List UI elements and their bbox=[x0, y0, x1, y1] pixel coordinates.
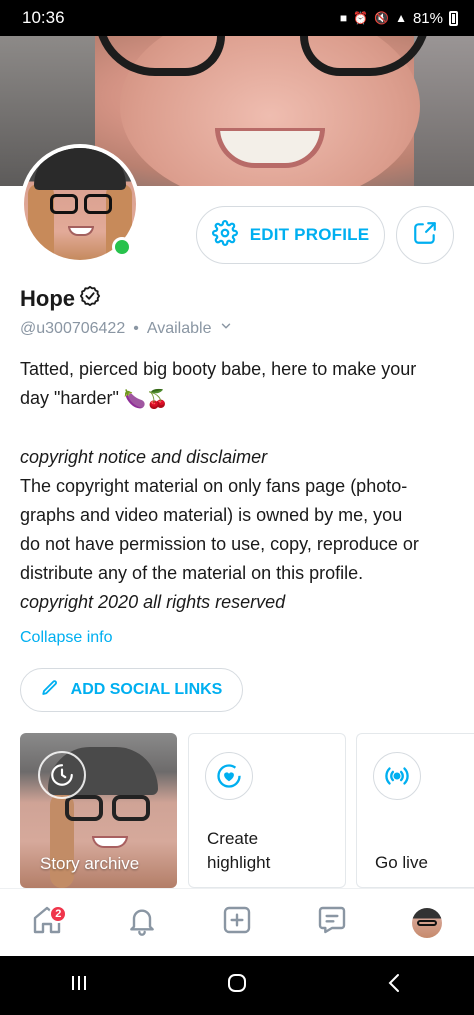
profile-name: Hope bbox=[20, 286, 75, 311]
go-live-card[interactable]: Go live bbox=[356, 733, 474, 888]
recent-apps-icon[interactable] bbox=[67, 971, 91, 1000]
bottom-nav: 2 bbox=[0, 888, 474, 956]
create-highlight-text: Create highlight bbox=[207, 827, 270, 875]
copyright-notice-title: copyright notice and disclaimer bbox=[20, 446, 268, 467]
separator-dot: • bbox=[133, 319, 139, 337]
battery-icon bbox=[449, 10, 458, 26]
eggplant-cherry-emoji: 🍆🍒 bbox=[123, 388, 169, 409]
status-bar: 10:36 ■ ⏰ 🔇 ▲ 81% bbox=[0, 0, 474, 36]
nav-profile[interactable] bbox=[407, 903, 447, 943]
copyright-footer: copyright 2020 all rights reserved bbox=[20, 591, 286, 612]
share-icon bbox=[412, 220, 438, 251]
home-button-icon[interactable] bbox=[225, 971, 249, 1000]
bio-line: day "harder" 🍆🍒 bbox=[20, 384, 460, 414]
profile-handle: @u300706422 bbox=[20, 319, 126, 337]
bell-icon bbox=[126, 904, 158, 941]
status-time: 10:36 bbox=[22, 8, 65, 27]
notification-badge: 2 bbox=[49, 904, 68, 923]
share-button[interactable] bbox=[396, 206, 454, 264]
broadcast-icon bbox=[373, 752, 421, 800]
status-icons: ■ ⏰ 🔇 ▲ 81% bbox=[340, 10, 458, 27]
verified-icon bbox=[79, 285, 101, 313]
bio-text: day "harder" bbox=[20, 388, 119, 408]
message-icon bbox=[316, 904, 348, 941]
alarm-icon: ⏰ bbox=[353, 11, 369, 25]
story-archive-label: Story archive bbox=[40, 854, 140, 873]
mute-icon: 🔇 bbox=[374, 11, 390, 25]
nav-avatar bbox=[411, 907, 442, 938]
copyright-line: graphs and video material) is owned by m… bbox=[20, 504, 403, 525]
pencil-icon bbox=[41, 679, 59, 702]
bio-spacer bbox=[20, 414, 460, 443]
battery-percent: 81% bbox=[412, 9, 443, 27]
availability-status[interactable]: Available bbox=[147, 320, 212, 338]
bio-line: Tatted, pierced big booty babe, here to … bbox=[20, 359, 417, 379]
chevron-down-icon[interactable] bbox=[219, 319, 233, 338]
copyright-line: do not have permission to use, copy, rep… bbox=[20, 533, 419, 554]
copyright-line: distribute any of the material on this p… bbox=[20, 562, 364, 583]
signal-icon: ▲ bbox=[395, 11, 407, 25]
add-social-links-button[interactable]: ADD SOCIAL LINKS bbox=[20, 668, 243, 712]
nav-add-post[interactable] bbox=[217, 903, 257, 943]
heart-circle-icon bbox=[205, 752, 253, 800]
add-social-links-label: ADD SOCIAL LINKS bbox=[70, 681, 223, 698]
create-highlight-card[interactable]: Create highlight bbox=[188, 733, 346, 888]
profile-name-row: Hope bbox=[20, 285, 101, 313]
plus-square-icon bbox=[221, 904, 253, 941]
highlight-label: highlight bbox=[207, 853, 271, 872]
nav-home[interactable]: 2 bbox=[27, 903, 68, 943]
edit-profile-button[interactable]: EDIT PROFILE bbox=[196, 206, 385, 264]
back-icon[interactable] bbox=[383, 971, 407, 1000]
story-archive-card[interactable]: Story archive bbox=[20, 733, 177, 888]
online-status-dot bbox=[112, 237, 132, 257]
nav-messages[interactable] bbox=[312, 903, 352, 943]
lock-icon: ■ bbox=[339, 11, 348, 25]
profile-bio: Tatted, pierced big booty babe, here to … bbox=[20, 355, 460, 617]
collapse-info-link[interactable]: Collapse info bbox=[20, 629, 113, 647]
gear-icon bbox=[211, 219, 238, 251]
create-label: Create bbox=[207, 829, 259, 848]
copyright-line: The copyright material on only fans page… bbox=[20, 475, 408, 496]
edit-profile-label: EDIT PROFILE bbox=[249, 225, 370, 244]
handle-row: @u300706422 • Available bbox=[20, 319, 233, 338]
history-icon bbox=[38, 751, 86, 799]
nav-notifications[interactable] bbox=[122, 903, 162, 943]
system-nav-bar bbox=[0, 956, 474, 1015]
go-live-label: Go live bbox=[375, 853, 428, 872]
